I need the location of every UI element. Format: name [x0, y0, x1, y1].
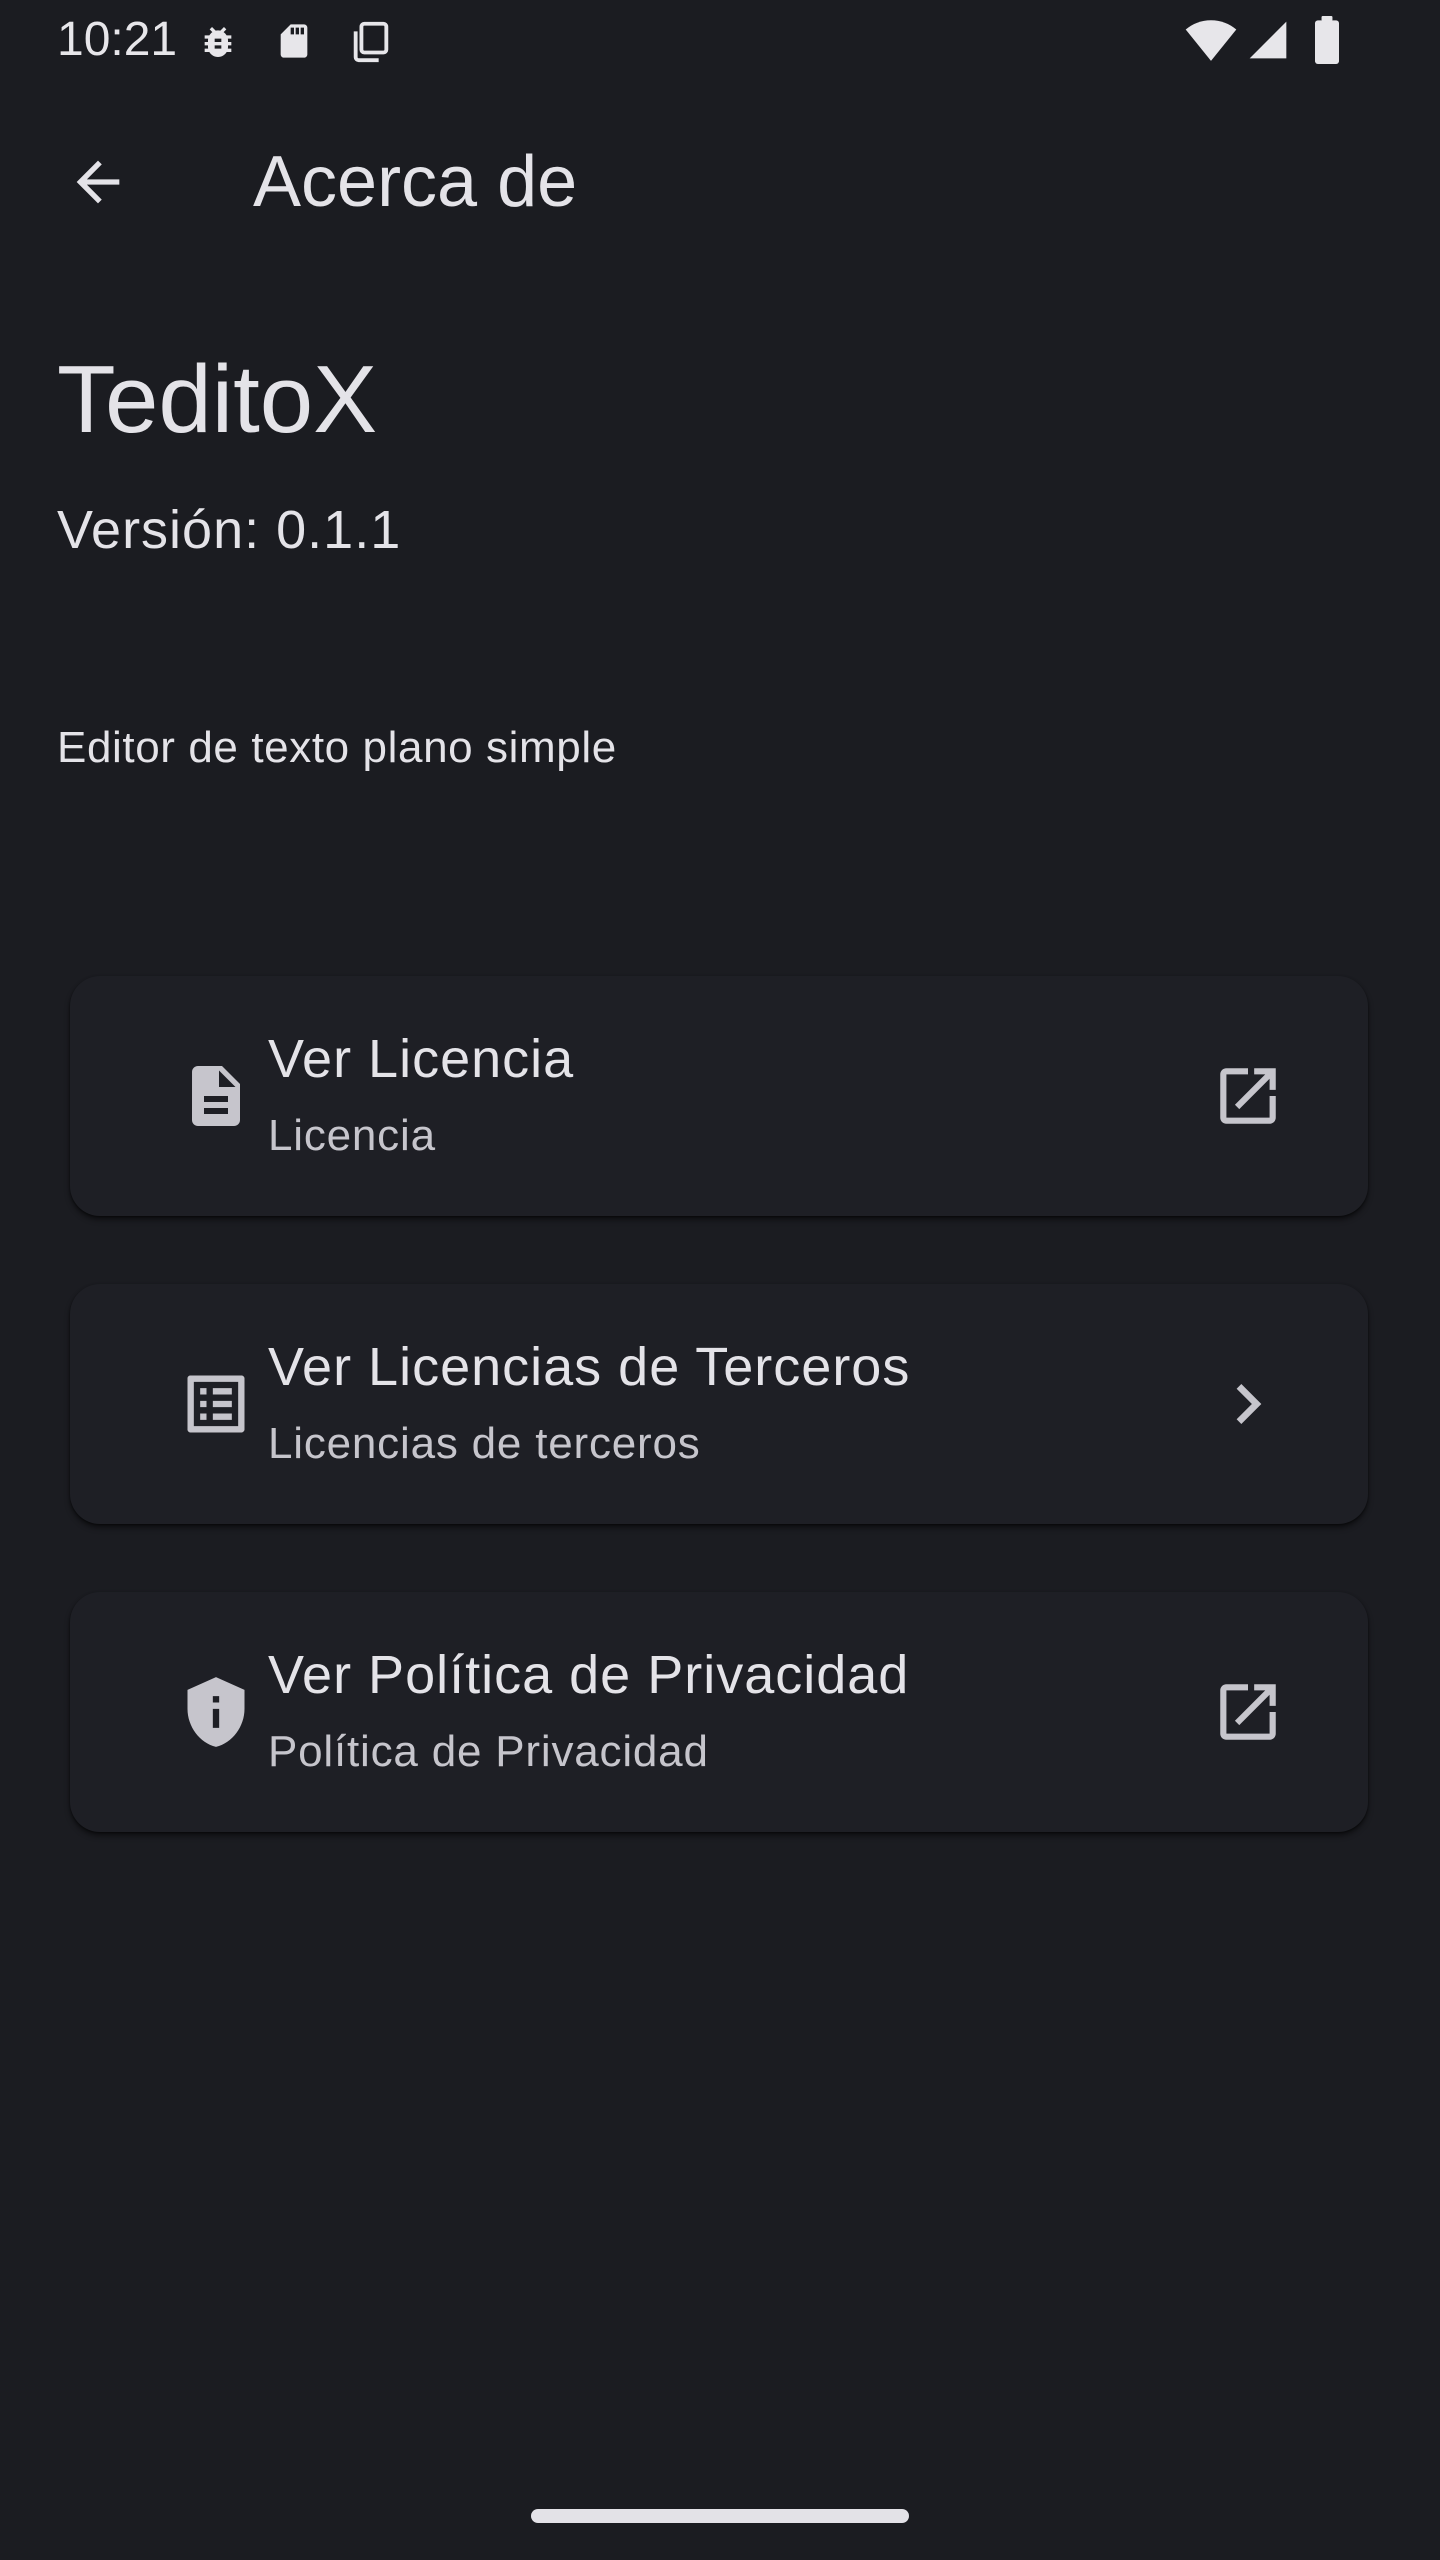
- app-version: Versión: 0.1.1: [57, 500, 402, 560]
- document-icon: [168, 1048, 264, 1144]
- item-title: Ver Política de Privacidad: [268, 1645, 910, 1705]
- item-subtitle: Licencia: [268, 1111, 436, 1160]
- open-in-new-icon: [1200, 1664, 1296, 1760]
- copy-icon: [348, 18, 394, 64]
- back-button[interactable]: [50, 136, 146, 232]
- view-third-party-licenses-item[interactable]: Ver Licencias de Terceros Licencias de t…: [70, 1284, 1368, 1524]
- sd-card-icon: [274, 18, 314, 64]
- bug-icon: [198, 20, 238, 64]
- battery-icon: [1312, 16, 1342, 64]
- app-description: Editor de texto plano simple: [57, 723, 617, 772]
- view-privacy-policy-item[interactable]: Ver Política de Privacidad Política de P…: [70, 1592, 1368, 1832]
- open-in-new-icon: [1200, 1048, 1296, 1144]
- top-app-bar: Acerca de: [0, 110, 1440, 250]
- item-subtitle: Política de Privacidad: [268, 1727, 709, 1776]
- status-bar: 10:21: [0, 0, 1440, 80]
- app-name: TeditoX: [57, 346, 378, 453]
- signal-icon: [1246, 18, 1290, 62]
- shield-info-icon: [168, 1664, 264, 1760]
- item-title: Ver Licencia: [268, 1029, 575, 1089]
- arrow-back-icon: [66, 150, 130, 219]
- wifi-icon: [1184, 18, 1238, 62]
- about-screen: 10:21 Acerca de TeditoX Versión: 0.1.1 E…: [0, 0, 1440, 2560]
- view-license-item[interactable]: Ver Licencia Licencia: [70, 976, 1368, 1216]
- status-time: 10:21: [57, 13, 178, 66]
- gesture-nav-handle[interactable]: [531, 2509, 909, 2523]
- list-icon: [168, 1356, 264, 1452]
- chevron-right-icon: [1200, 1356, 1296, 1452]
- page-title: Acerca de: [253, 142, 578, 222]
- item-subtitle: Licencias de terceros: [268, 1419, 701, 1468]
- item-title: Ver Licencias de Terceros: [268, 1337, 911, 1397]
